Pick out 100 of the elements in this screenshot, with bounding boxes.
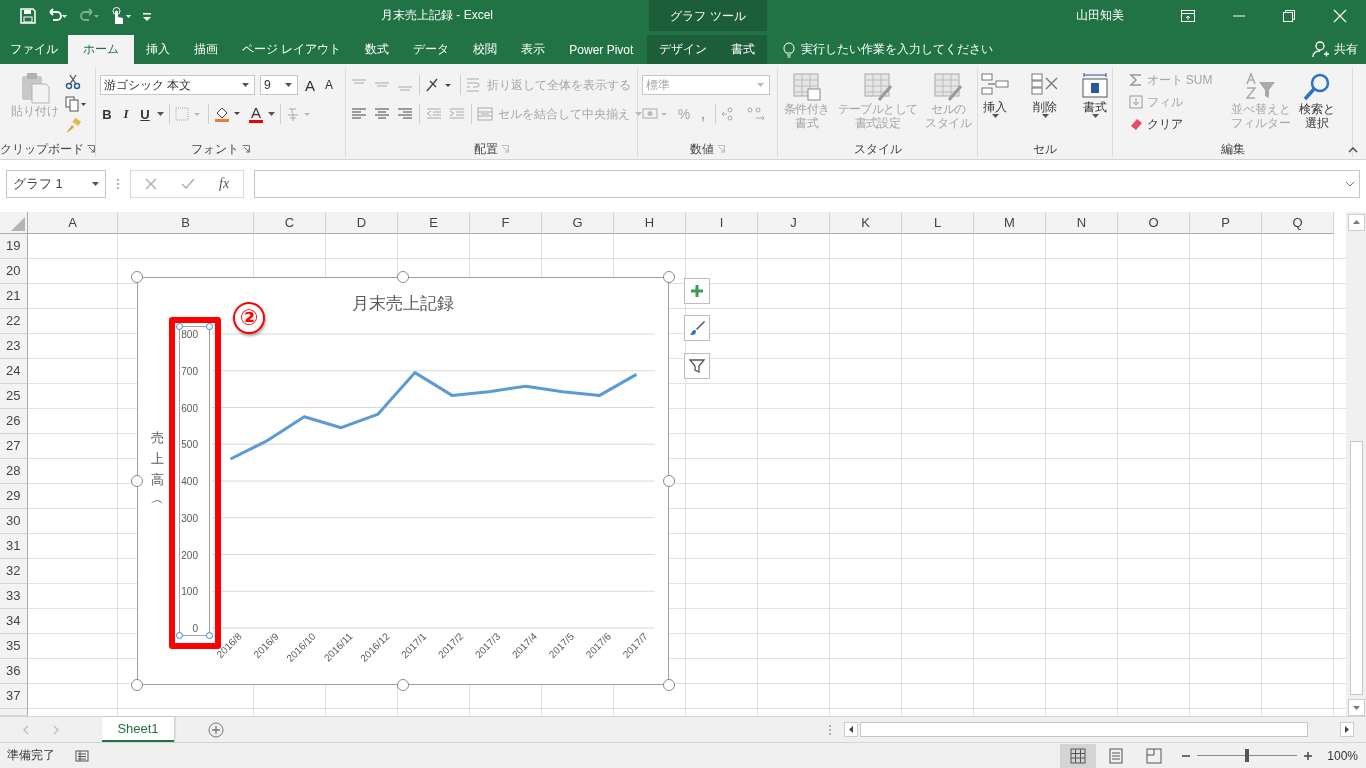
dialog-launcher-icon[interactable] [501, 145, 509, 153]
chart-filters-button[interactable] [684, 353, 710, 379]
decrease-decimal-icon[interactable] [746, 106, 766, 122]
row-header[interactable]: 33 [0, 584, 28, 609]
selection-handle[interactable] [206, 323, 213, 330]
horizontal-align-icon[interactable] [350, 107, 368, 121]
ribbon-tab[interactable]: 表示 [509, 35, 558, 64]
dialog-launcher-icon[interactable] [87, 145, 95, 153]
cancel-icon[interactable] [145, 178, 157, 190]
user-name[interactable]: 山田知美 [1076, 7, 1124, 24]
ribbon-tab[interactable]: 挿入 [134, 35, 182, 64]
row-header[interactable]: 20 [0, 259, 28, 284]
ribbon-tab[interactable]: 書式 [719, 35, 768, 64]
ribbon-tab[interactable]: ホーム [68, 35, 134, 64]
dropdown-icon[interactable] [285, 83, 292, 87]
row-header[interactable]: 21 [0, 284, 28, 309]
collapse-ribbon-icon[interactable] [1348, 147, 1358, 153]
row-header[interactable]: 36 [0, 659, 28, 684]
name-box[interactable]: グラフ 1 [6, 170, 106, 198]
selection-handle[interactable] [176, 632, 183, 639]
next-sheet-icon[interactable] [52, 724, 60, 735]
tell-me-field[interactable]: 実行したい作業を入力してください [801, 41, 994, 58]
enter-icon[interactable] [181, 178, 195, 190]
insert-function-button[interactable]: fx [219, 176, 230, 192]
row-header[interactable]: 34 [0, 609, 28, 634]
touch-mode-icon[interactable] [110, 6, 132, 25]
ribbon-tab[interactable]: デザイン [647, 35, 720, 64]
italic-button[interactable]: I [119, 106, 133, 122]
font-size-field[interactable]: 9 [260, 75, 298, 95]
ribbon-tab[interactable]: データ [401, 35, 462, 64]
scissors-icon[interactable] [64, 74, 81, 90]
cells-button[interactable]: 書式 [1072, 70, 1118, 120]
underline-button[interactable]: U [138, 106, 152, 122]
ribbon-display-icon[interactable] [1181, 9, 1195, 22]
row-header[interactable]: 35 [0, 634, 28, 659]
decrease-font-button[interactable]: A [322, 78, 336, 92]
select-all-icon[interactable] [11, 217, 25, 231]
ribbon-tab[interactable]: Power Pivot [557, 35, 646, 64]
column-header[interactable]: M [974, 212, 1046, 234]
row-header[interactable] [0, 709, 28, 716]
selection-handle[interactable] [206, 632, 213, 639]
undo-icon[interactable] [46, 7, 68, 24]
add-sheet-icon[interactable] [208, 721, 224, 738]
person-add-icon[interactable] [1312, 40, 1330, 58]
zoom-level[interactable]: 100% [1327, 748, 1358, 763]
column-header[interactable]: K [830, 212, 902, 234]
row-header[interactable]: 37 [0, 684, 28, 709]
share-button[interactable]: 共有 [1334, 35, 1358, 64]
eraser-icon[interactable] [1128, 117, 1143, 131]
column-header[interactable]: J [758, 212, 830, 234]
find-select-button[interactable]: 検索と 選択 [1296, 70, 1337, 132]
row-header[interactable]: 22 [0, 309, 28, 334]
dialog-launcher-icon[interactable] [717, 145, 725, 153]
font-name-field[interactable]: 游ゴシック 本文 [100, 75, 255, 95]
row-header[interactable]: 32 [0, 559, 28, 584]
scroll-right-icon[interactable] [1340, 722, 1354, 737]
dropdown-icon[interactable] [242, 83, 249, 87]
previous-sheet-icon[interactable] [22, 724, 30, 735]
sheet-tab[interactable]: Sheet1 [102, 717, 174, 742]
dropdown-icon[interactable] [92, 182, 99, 186]
column-header[interactable]: D [326, 212, 398, 234]
close-icon[interactable] [1333, 8, 1347, 23]
normal-view-icon[interactable] [1060, 743, 1097, 768]
column-header[interactable]: E [398, 212, 470, 234]
dropdown-icon[interactable] [268, 112, 275, 116]
formula-field[interactable] [254, 170, 1360, 198]
row-header[interactable]: 29 [0, 484, 28, 509]
sigma-icon[interactable] [1128, 73, 1143, 87]
row-header[interactable]: 27 [0, 434, 28, 459]
merge-cells-icon[interactable] [477, 106, 493, 122]
column-header[interactable]: O [1118, 212, 1190, 234]
column-header[interactable]: P [1190, 212, 1262, 234]
clear-button[interactable]: クリア [1146, 115, 1183, 133]
row-header[interactable]: 25 [0, 384, 28, 409]
horizontal-align-icon[interactable] [396, 107, 414, 121]
restore-icon[interactable] [1283, 9, 1295, 22]
ribbon-tab[interactable]: ファイル [0, 35, 68, 64]
column-header[interactable]: H [614, 212, 686, 234]
row-header[interactable]: 31 [0, 534, 28, 559]
column-header[interactable]: A [28, 212, 118, 234]
chart-styles-button[interactable] [684, 315, 710, 341]
row-header[interactable]: 24 [0, 359, 28, 384]
font-color-button[interactable]: A [249, 105, 263, 123]
column-header[interactable]: F [470, 212, 542, 234]
dialog-launcher-icon[interactable] [242, 145, 250, 153]
column-header[interactable]: C [254, 212, 326, 234]
ribbon-tab[interactable]: 描画 [182, 35, 230, 64]
selection-handle[interactable] [176, 323, 183, 330]
horizontal-align-icon[interactable] [373, 107, 391, 121]
column-header[interactable]: I [686, 212, 758, 234]
cells-button[interactable]: 削除 [1022, 70, 1068, 120]
scroll-thumb[interactable] [1349, 441, 1363, 695]
row-header[interactable]: 28 [0, 459, 28, 484]
bold-button[interactable]: B [100, 106, 114, 122]
macro-record-icon[interactable] [75, 749, 89, 762]
column-header[interactable]: B [118, 212, 254, 234]
row-header[interactable]: 30 [0, 509, 28, 534]
column-header[interactable]: G [542, 212, 614, 234]
increase-font-button[interactable]: A [303, 76, 317, 94]
row-header[interactable]: 23 [0, 334, 28, 359]
